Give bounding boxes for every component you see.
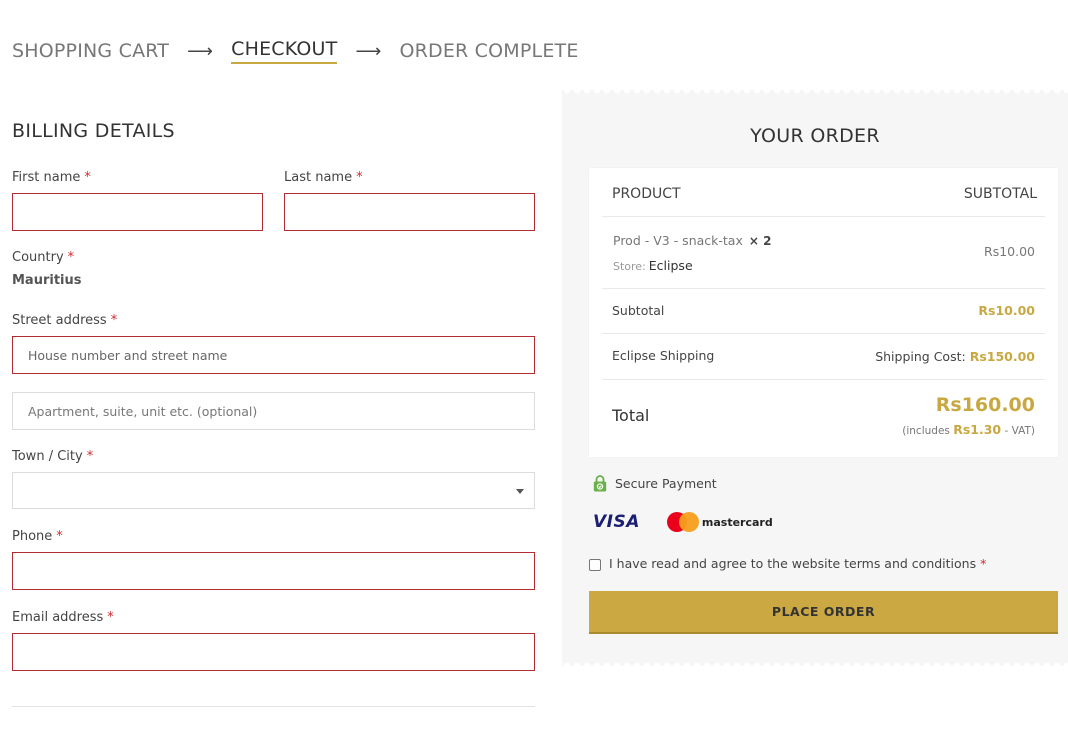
last-name-label: Last name * (284, 170, 363, 185)
country-group: Country * Mauritius (12, 250, 535, 288)
arrow-right-icon: ⟶ (355, 40, 382, 62)
phone-input[interactable] (12, 552, 535, 590)
total-value: Rs160.00 (935, 394, 1035, 416)
visa-logo: VISA (593, 512, 640, 532)
terms-agreement[interactable]: I have read and agree to the website ter… (589, 556, 986, 571)
subtotal-column-header: SUBTOTAL (963, 186, 1037, 202)
street-address-group: Street address * (12, 313, 535, 430)
item-quantity: × 2 (748, 234, 772, 248)
shipping-cost: Shipping Cost: Rs150.00 (875, 349, 1035, 364)
divider (12, 706, 535, 707)
email-group: Email address * (12, 610, 535, 671)
lock-icon (593, 475, 607, 492)
required-marker: * (107, 610, 114, 625)
table-row: Prod - V3 - snack-tax × 2 Store: Eclipse R… (602, 217, 1045, 289)
first-name-label: First name * (12, 170, 91, 185)
required-marker: * (110, 313, 118, 328)
phone-label: Phone * (12, 529, 63, 544)
your-order-title: YOUR ORDER (750, 125, 880, 147)
billing-details-title: BILLING DETAILS (12, 120, 175, 142)
subtotal-label: Subtotal (612, 303, 665, 318)
shipping-cost-value: Rs150.00 (969, 349, 1035, 364)
last-name-input[interactable] (284, 193, 535, 231)
apartment-input[interactable] (12, 392, 535, 430)
town-city-label: Town / City * (12, 449, 94, 464)
item-price: Rs10.00 (984, 244, 1035, 259)
secure-payment-badge: Secure Payment (593, 474, 717, 492)
mastercard-logo: mastercard (666, 512, 773, 532)
secure-payment-label: Secure Payment (615, 475, 717, 491)
place-order-button[interactable]: PLACE ORDER (589, 591, 1058, 634)
subtotal-value: Rs10.00 (978, 303, 1035, 318)
breadcrumb-shopping-cart[interactable]: SHOPPING CART (12, 40, 169, 62)
order-table-header: PRODUCT SUBTOTAL (602, 168, 1045, 217)
subtotal-row: Subtotal Rs10.00 (602, 289, 1045, 334)
store-label: Store: (613, 260, 646, 273)
checkout-breadcrumb: SHOPPING CART ⟶ CHECKOUT ⟶ ORDER COMPLET… (12, 38, 579, 64)
zigzag-edge (562, 90, 1068, 96)
phone-group: Phone * (12, 529, 535, 590)
terms-label: I have read and agree to the website ter… (609, 556, 977, 571)
town-city-group: Town / City * (12, 449, 535, 509)
mastercard-wordmark: mastercard (701, 515, 773, 529)
required-marker: * (356, 170, 363, 185)
store-name: Eclipse (648, 258, 693, 273)
vat-value: Rs1.30 (953, 422, 1002, 437)
breadcrumb-checkout[interactable]: CHECKOUT (231, 38, 338, 64)
arrow-right-icon: ⟶ (187, 40, 214, 62)
total-label: Total (612, 406, 650, 425)
required-marker: * (84, 170, 91, 185)
first-name-input[interactable] (12, 193, 263, 231)
first-name-group: First name * (12, 170, 263, 231)
required-marker: * (67, 250, 75, 265)
item-name: Prod - V3 - snack-tax × 2 (613, 233, 772, 248)
billing-details-form: BILLING DETAILS First name * Last name * C… (12, 120, 535, 671)
country-value: Mauritius (12, 273, 82, 288)
caret-down-icon (516, 489, 524, 494)
name-row: First name * Last name * (12, 170, 535, 231)
street-address-label: Street address * (12, 313, 118, 328)
town-city-select[interactable] (12, 472, 535, 509)
payment-logos: VISA mastercard (593, 512, 773, 532)
required-marker: * (86, 449, 94, 464)
your-order-panel: YOUR ORDER PRODUCT SUBTOTAL Prod - V3 - … (562, 90, 1068, 666)
item-store: Store: Eclipse (613, 258, 693, 273)
product-column-header: PRODUCT (612, 186, 681, 202)
required-marker: * (56, 529, 63, 544)
shipping-row: Eclipse Shipping Shipping Cost: Rs150.00 (602, 334, 1045, 380)
total-row: Total Rs160.00 (includes Rs1.30 - VAT) (602, 380, 1045, 457)
email-label: Email address * (12, 610, 114, 625)
street-address-input[interactable] (12, 336, 535, 374)
vat-note: (includes Rs1.30 - VAT) (902, 422, 1035, 437)
terms-checkbox[interactable] (589, 558, 601, 571)
shipping-method-label: Eclipse Shipping (612, 348, 715, 363)
order-review-table: PRODUCT SUBTOTAL Prod - V3 - snack-tax × … (589, 168, 1058, 457)
mastercard-circles-icon (666, 512, 699, 532)
country-label: Country * (12, 250, 75, 265)
last-name-group: Last name * (284, 170, 535, 231)
zigzag-edge (562, 660, 1068, 666)
email-input[interactable] (12, 633, 535, 671)
required-marker: * (980, 556, 987, 571)
breadcrumb-order-complete: ORDER COMPLETE (399, 40, 579, 62)
